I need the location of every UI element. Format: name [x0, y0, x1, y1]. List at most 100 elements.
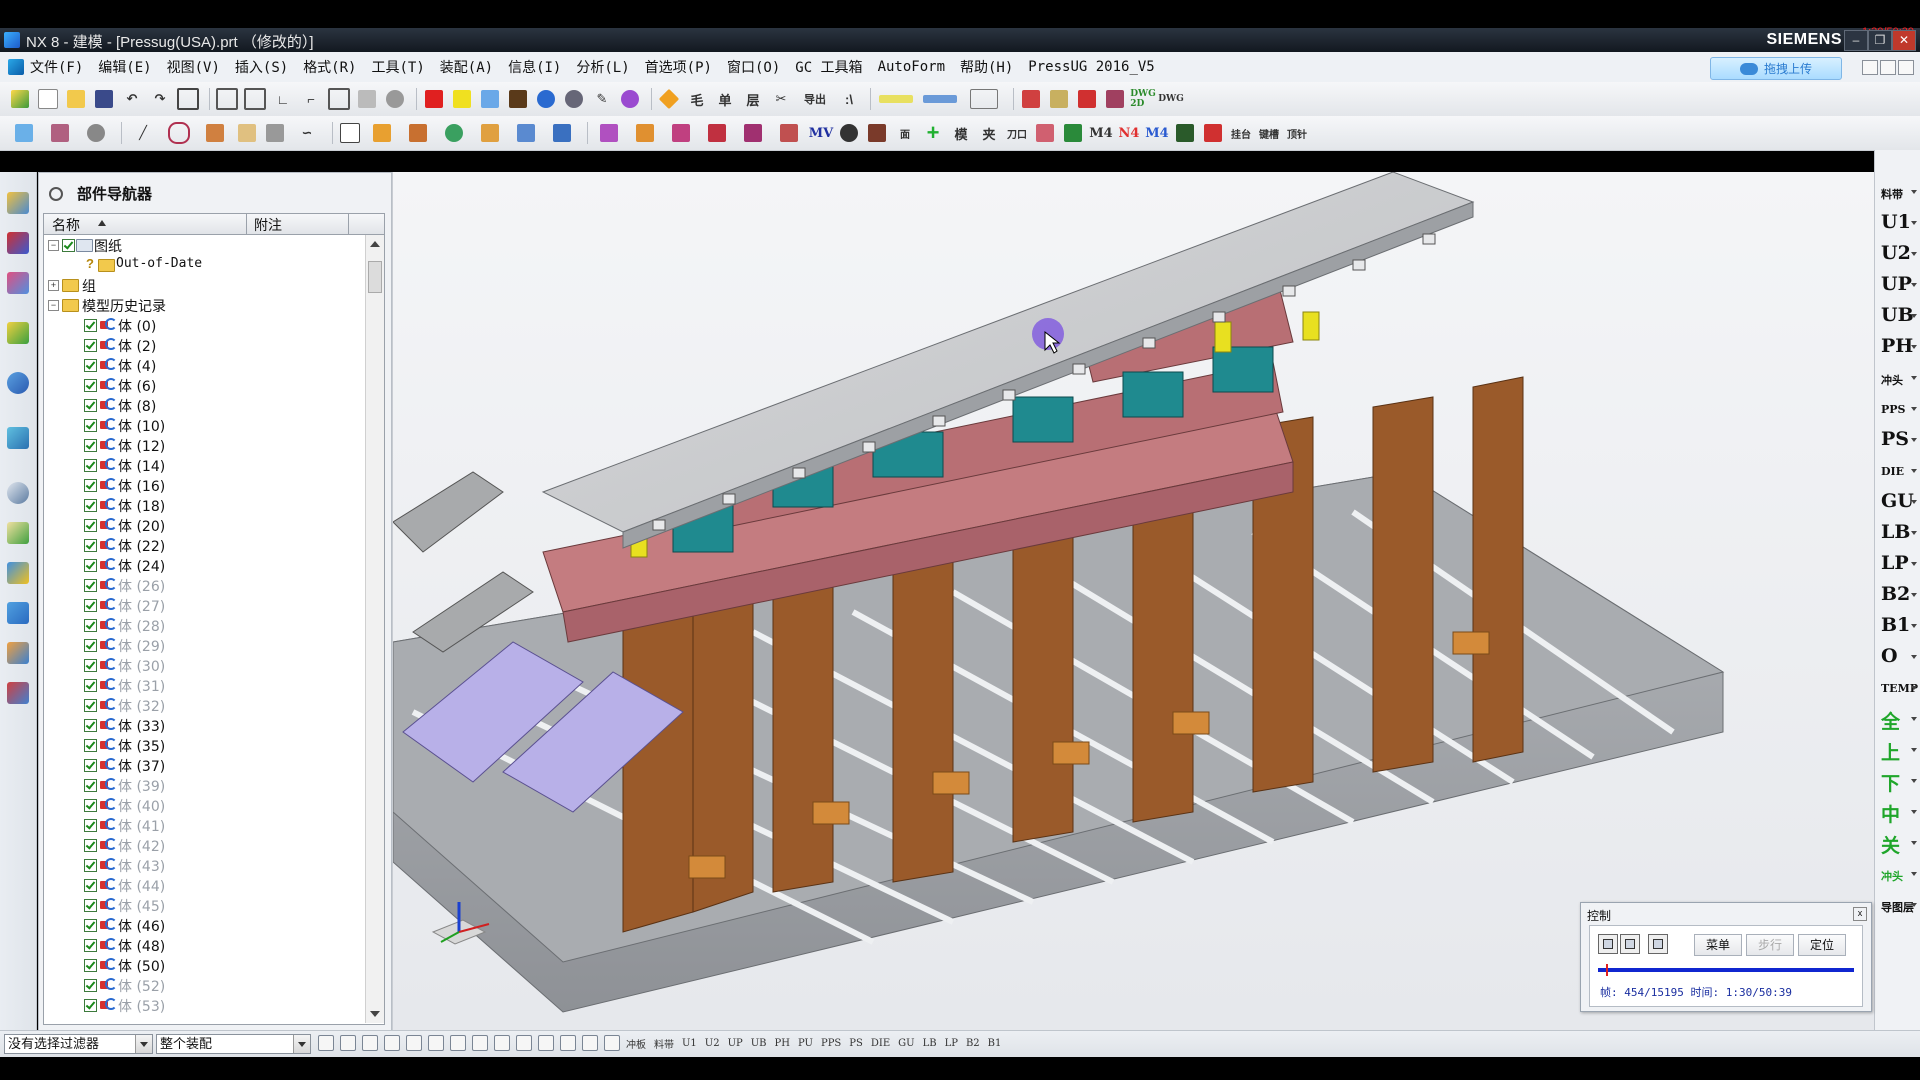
custom-tool-button[interactable]: B1 — [1879, 614, 1917, 640]
assembly-navigator-icon[interactable] — [7, 192, 29, 214]
visibility-checkbox[interactable] — [84, 399, 97, 412]
tree-row-body[interactable]: 体 (45) — [44, 895, 362, 915]
block-icon[interactable] — [506, 87, 530, 111]
dwg-button[interactable]: DWG — [1158, 87, 1184, 111]
pen-icon[interactable]: ✎ — [590, 87, 614, 111]
drag-upload-button[interactable]: 拖拽上传 — [1710, 57, 1842, 80]
visibility-checkbox[interactable] — [84, 519, 97, 532]
snap-filter-icon[interactable] — [560, 1035, 576, 1051]
part-navigator-icon[interactable] — [7, 272, 29, 294]
blade-button[interactable]: 刀口 — [1005, 121, 1029, 145]
sketch-icon[interactable] — [215, 87, 239, 111]
visibility-checkbox[interactable] — [84, 319, 97, 332]
tree-row-body[interactable]: 体 (16) — [44, 475, 362, 495]
navigator-scrollbar[interactable] — [365, 235, 384, 1023]
custom-tool-button[interactable]: O — [1879, 645, 1917, 671]
shell-icon[interactable] — [355, 87, 379, 111]
layer-filter-button[interactable]: PU — [798, 1038, 813, 1049]
color-icon[interactable] — [422, 87, 446, 111]
tree-row-body[interactable]: 体 (24) — [44, 555, 362, 575]
mv-move-button[interactable]: MV — [809, 121, 833, 145]
custom-tool-button[interactable]: PS — [1879, 428, 1917, 454]
face-pull-button[interactable]: 面 — [893, 121, 917, 145]
visibility-checkbox[interactable] — [84, 419, 97, 432]
menu-item[interactable]: 装配(A) — [440, 57, 493, 77]
menu-item[interactable]: 编辑(E) — [98, 57, 151, 77]
line-tool-icon[interactable]: ╱ — [127, 121, 159, 145]
visibility-checkbox[interactable] — [84, 859, 97, 872]
mold-button[interactable]: 模 — [949, 121, 973, 145]
visibility-checkbox[interactable] — [62, 239, 75, 252]
visibility-checkbox[interactable] — [84, 739, 97, 752]
tree-row-body[interactable]: 体 (46) — [44, 915, 362, 935]
doc-minimize-button[interactable] — [1862, 60, 1878, 75]
visibility-checkbox[interactable] — [84, 679, 97, 692]
clipboard-icon[interactable] — [1047, 87, 1071, 111]
layer-filter-button[interactable]: LP — [945, 1038, 958, 1049]
rotate-icon[interactable] — [534, 87, 558, 111]
tb-text-button[interactable]: 毛 — [685, 87, 709, 111]
scissors-icon[interactable]: ✂ — [769, 87, 793, 111]
menu-item[interactable]: 首选项(P) — [645, 57, 712, 77]
type-filter-dropdown[interactable]: 没有选择过滤器 — [4, 1034, 153, 1054]
layer-yellow-icon[interactable] — [876, 87, 916, 111]
custom-tool-button[interactable]: 冲头 — [1879, 366, 1917, 398]
layer-filter-button[interactable]: B2 — [966, 1038, 980, 1049]
custom-tool-button[interactable]: LB — [1879, 521, 1917, 547]
minimize-button[interactable]: – — [1844, 30, 1868, 51]
custom-tool-button[interactable]: DIE — [1879, 459, 1917, 491]
tree-row-body[interactable]: 体 (44) — [44, 875, 362, 895]
visibility-checkbox[interactable] — [84, 779, 97, 792]
snap-filter-icon[interactable] — [516, 1035, 532, 1051]
visibility-checkbox[interactable] — [84, 439, 97, 452]
snap-filter-icon[interactable] — [340, 1035, 356, 1051]
tree-row-body[interactable]: 体 (32) — [44, 695, 362, 715]
visibility-checkbox[interactable] — [84, 799, 97, 812]
tree-row-body[interactable]: 体 (52) — [44, 975, 362, 995]
layer-filter-button[interactable]: DIE — [871, 1038, 890, 1049]
expand-toggle-icon[interactable]: − — [48, 300, 59, 311]
visibility-checkbox[interactable] — [84, 879, 97, 892]
hole-icon[interactable] — [1061, 121, 1085, 145]
tree-row-body[interactable]: 体 (41) — [44, 815, 362, 835]
visibility-checkbox[interactable] — [84, 559, 97, 572]
layer-stack-icon[interactable] — [402, 121, 434, 145]
tree-row-body[interactable]: 体 (14) — [44, 455, 362, 475]
step-forward-button[interactable] — [1648, 934, 1668, 954]
close-button[interactable]: ✕ — [1892, 30, 1916, 51]
visibility-checkbox[interactable] — [84, 959, 97, 972]
control-close-button[interactable]: x — [1853, 907, 1867, 921]
history-icon[interactable] — [7, 482, 29, 504]
tree-row-body[interactable]: 体 (27) — [44, 595, 362, 615]
snap-filter-icon[interactable] — [384, 1035, 400, 1051]
visibility-checkbox[interactable] — [84, 759, 97, 772]
pin-icon[interactable] — [49, 187, 63, 201]
tree-row-body[interactable]: 体 (26) — [44, 575, 362, 595]
visibility-checkbox[interactable] — [84, 499, 97, 512]
locate-button[interactable]: 定位 — [1798, 934, 1846, 956]
tree-row-body[interactable]: 体 (31) — [44, 675, 362, 695]
scroll-down-icon[interactable] — [370, 1011, 380, 1017]
shapes-icon[interactable] — [438, 121, 470, 145]
snap-filter-icon[interactable] — [450, 1035, 466, 1051]
snap-filter-icon[interactable] — [582, 1035, 598, 1051]
tree-row-body[interactable]: 体 (28) — [44, 615, 362, 635]
polygon-icon[interactable] — [163, 121, 195, 145]
layer-blue-icon[interactable] — [920, 87, 960, 111]
tree-row-body[interactable]: 体 (12) — [44, 435, 362, 455]
expand-toggle-icon[interactable]: − — [48, 240, 59, 251]
custom-tool-button[interactable]: PH — [1879, 335, 1917, 361]
custom-tool-button[interactable]: 全 — [1879, 707, 1917, 733]
layout-icon[interactable] — [176, 87, 200, 111]
m4-blue-button[interactable]: M4 — [1145, 121, 1169, 145]
visibility-checkbox[interactable] — [84, 899, 97, 912]
tree-row-body[interactable]: 体 (40) — [44, 795, 362, 815]
box-orange-icon[interactable] — [629, 121, 661, 145]
custom-tool-button[interactable]: TEMP — [1879, 676, 1918, 708]
wheel-icon[interactable] — [80, 121, 112, 145]
note-column-header[interactable]: 附注 — [254, 215, 282, 235]
tree-row-body[interactable]: 体 (22) — [44, 535, 362, 555]
layer-filter-button[interactable]: 冲板 — [626, 1036, 646, 1051]
menu-item[interactable]: 信息(I) — [508, 57, 561, 77]
nx-app-icon[interactable] — [4, 32, 20, 48]
